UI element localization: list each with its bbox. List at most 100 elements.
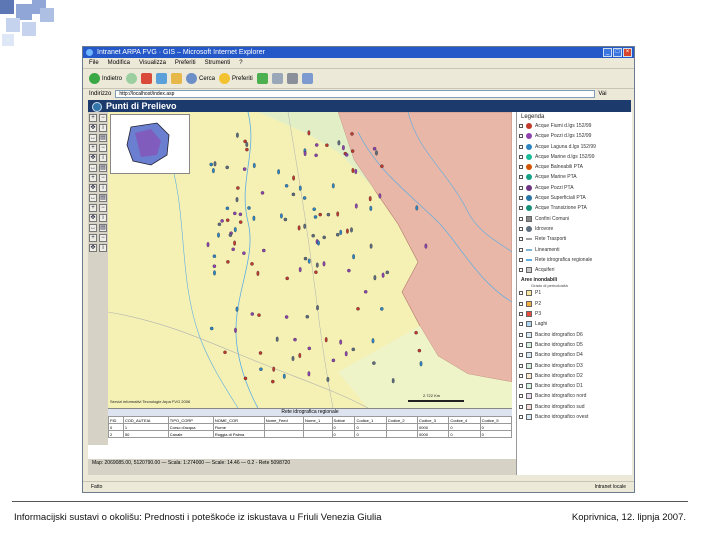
table-header[interactable]: TIPO_CORP (167, 416, 214, 424)
legend-checkbox[interactable] (519, 124, 523, 128)
sampling-point[interactable] (280, 213, 283, 219)
sampling-point[interactable] (220, 219, 224, 223)
zoom-out-icon[interactable]: − (99, 234, 107, 242)
sampling-point[interactable] (350, 132, 354, 136)
sampling-point[interactable] (371, 338, 375, 344)
forward-arrow-icon[interactable] (126, 73, 138, 84)
legend-checkbox[interactable] (519, 144, 523, 149)
legend-item[interactable]: Bacino idrografico D6 (517, 330, 632, 340)
sampling-point[interactable] (206, 242, 210, 248)
sampling-point[interactable] (217, 222, 222, 227)
menu-item-favorites[interactable]: Preferiti (175, 58, 196, 68)
home-icon[interactable] (171, 73, 183, 84)
zoom-in-icon[interactable]: + (89, 114, 97, 122)
measure-icon[interactable]: ↔ (89, 224, 97, 232)
legend-item[interactable]: Bacino idrografico D5 (517, 340, 632, 350)
sampling-point[interactable] (378, 193, 382, 199)
sampling-point[interactable] (233, 227, 237, 233)
legend-item[interactable]: Rete idrografica regionale (517, 255, 632, 265)
sampling-point[interactable] (313, 215, 318, 219)
sampling-point[interactable] (271, 379, 275, 384)
sampling-point[interactable] (391, 378, 395, 384)
sampling-point[interactable] (307, 371, 311, 377)
sampling-point[interactable] (375, 150, 378, 156)
sampling-point[interactable] (380, 164, 384, 168)
sampling-point[interactable] (372, 361, 376, 365)
table-header[interactable]: Codice_2 (385, 416, 419, 424)
info-icon[interactable]: i (99, 244, 107, 252)
sampling-point[interactable] (297, 225, 301, 231)
menu-item-tools[interactable]: Strumenti (205, 58, 231, 68)
sampling-point[interactable] (322, 261, 326, 267)
sampling-point[interactable] (262, 248, 266, 253)
stop-icon[interactable] (141, 73, 153, 84)
pan-icon[interactable]: ✥ (89, 214, 97, 222)
legend-item[interactable]: Acque Superficiali PTA (517, 193, 632, 203)
sampling-point[interactable] (331, 358, 336, 363)
legend-item[interactable]: Bacino idrografico D1 (517, 381, 632, 391)
sampling-point[interactable] (250, 262, 254, 266)
legend-checkbox[interactable] (519, 216, 523, 221)
sampling-point[interactable] (245, 147, 249, 152)
sampling-point[interactable] (284, 184, 289, 188)
zoom-in-icon[interactable]: + (89, 174, 97, 182)
zoom-in-icon[interactable]: + (89, 234, 97, 242)
sampling-point[interactable] (415, 205, 419, 211)
sampling-point[interactable] (302, 196, 307, 200)
info-icon[interactable]: i (99, 184, 107, 192)
table-header[interactable]: Nome_Feed (263, 416, 305, 424)
sampling-point[interactable] (325, 143, 329, 147)
print-icon[interactable]: ▤ (99, 194, 107, 202)
legend-checkbox[interactable] (519, 268, 523, 273)
minimize-icon[interactable]: _ (603, 48, 612, 57)
legend-checkbox[interactable] (519, 332, 523, 337)
sampling-point[interactable] (322, 235, 326, 240)
sampling-point[interactable] (417, 348, 422, 353)
sampling-point[interactable] (339, 339, 343, 345)
zoom-in-icon[interactable]: + (89, 204, 97, 212)
sampling-point[interactable] (326, 376, 330, 383)
sampling-point[interactable] (372, 146, 377, 151)
zoom-out-icon[interactable]: − (99, 204, 107, 212)
sampling-point[interactable] (258, 351, 263, 355)
sampling-point[interactable] (317, 240, 320, 246)
legend-item[interactable]: Bacino idrografico nord (517, 391, 632, 401)
legend-item[interactable]: Acque Marine d.lgs 152/99 (517, 152, 632, 162)
legend-item[interactable]: Acque Pozzi d.lgs 152/99 (517, 131, 632, 141)
sampling-point[interactable] (226, 260, 230, 264)
history-icon[interactable] (256, 73, 268, 84)
legend-checkbox[interactable] (519, 342, 523, 347)
sampling-point[interactable] (307, 258, 311, 264)
sampling-point[interactable] (381, 272, 385, 278)
sampling-point[interactable] (225, 218, 230, 222)
sampling-point[interactable] (337, 140, 341, 146)
sampling-point[interactable] (347, 268, 351, 273)
table-header[interactable]: NOME_COR (212, 416, 265, 424)
address-input[interactable]: http://localhost/index.asp (115, 90, 596, 98)
sampling-point[interactable] (298, 185, 302, 191)
measure-icon[interactable]: ↔ (89, 194, 97, 202)
sampling-point[interactable] (272, 366, 276, 372)
sampling-point[interactable] (369, 243, 373, 249)
sampling-point[interactable] (385, 270, 390, 275)
legend-item[interactable]: Bacino idrografico D4 (517, 350, 632, 360)
sampling-point[interactable] (243, 139, 247, 144)
legend-checkbox[interactable] (519, 394, 523, 399)
sampling-point[interactable] (209, 162, 213, 167)
measure-icon[interactable]: ↔ (89, 134, 97, 142)
legend-checkbox[interactable] (519, 247, 523, 252)
sampling-point[interactable] (354, 168, 358, 175)
overview-map[interactable] (110, 114, 190, 174)
sampling-point[interactable] (238, 220, 243, 224)
sampling-point[interactable] (233, 240, 236, 246)
sampling-point[interactable] (250, 312, 255, 316)
legend-item[interactable]: Lineamenti (517, 245, 632, 255)
sampling-point[interactable] (368, 196, 372, 202)
sampling-point[interactable] (373, 275, 377, 281)
sampling-point[interactable] (307, 346, 312, 351)
sampling-point[interactable] (298, 267, 302, 273)
sampling-point[interactable] (260, 191, 265, 195)
sampling-point[interactable] (314, 143, 319, 147)
legend-checkbox[interactable] (519, 404, 523, 409)
info-icon[interactable]: i (99, 214, 107, 222)
